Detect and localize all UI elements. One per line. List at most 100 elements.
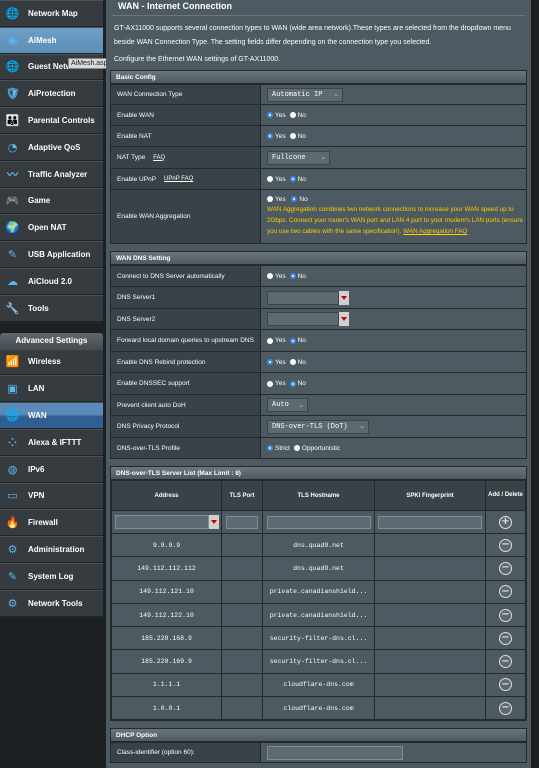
- add-server-button[interactable]: +: [499, 515, 512, 529]
- enable-nat-yes-radio[interactable]: Yes: [267, 133, 286, 140]
- sidebar-item-ipv6[interactable]: ◍ IPv6: [0, 455, 103, 483]
- sidebar-item-system-log[interactable]: ✎ System Log: [0, 562, 103, 590]
- prevent-doh-select[interactable]: Auto ⌵: [267, 398, 308, 412]
- minus-icon: −: [501, 609, 510, 621]
- sidebar-item-label: WAN: [28, 411, 47, 421]
- field-label: Enable WAN: [111, 105, 261, 125]
- radio-label: Yes: [275, 111, 286, 119]
- rebind-no-radio[interactable]: No: [289, 359, 306, 366]
- radio-label: Yes: [275, 358, 286, 366]
- dnssec-yes-radio[interactable]: Yes: [267, 380, 286, 387]
- enable-wan-yes-radio[interactable]: Yes: [267, 112, 286, 119]
- sidebar-item-open-nat[interactable]: 🌍 Open NAT: [0, 214, 103, 242]
- administration-icon: ⚙: [7, 543, 18, 557]
- sidebar-item-adaptive-qos[interactable]: ◔ Adaptive QoS: [0, 133, 103, 161]
- vpn-icon: ▭: [7, 489, 18, 503]
- delete-server-button[interactable]: −: [499, 608, 512, 622]
- wan-connection-type-select[interactable]: Automatic IP ⌵: [267, 87, 343, 102]
- dropdown-arrow-icon[interactable]: [339, 312, 349, 326]
- radio-label: Yes: [275, 195, 286, 203]
- sidebar-item-wireless[interactable]: 📶 Wireless: [0, 348, 103, 376]
- sidebar-item-administration[interactable]: ⚙ Administration: [0, 536, 103, 563]
- radio-label: No: [297, 272, 306, 280]
- delete-server-button[interactable]: −: [499, 585, 512, 599]
- dns-server2-input[interactable]: [267, 312, 349, 326]
- sidebar-item-alexa-ifttt[interactable]: ⁘ Alexa & IFTTT: [0, 428, 103, 456]
- wan-dns-section: WAN DNS Setting Connect to DNS Server au…: [110, 251, 527, 459]
- wan-connection-type-row: WAN Connection Type Automatic IP ⌵: [111, 84, 526, 104]
- delete-server-button[interactable]: −: [499, 701, 512, 715]
- field-label: NAT Type: [117, 154, 146, 161]
- dns-privacy-select[interactable]: DNS-over-TLS (DoT) ⌵: [267, 419, 369, 434]
- dropdown-arrow-icon[interactable]: [208, 515, 219, 529]
- aggregation-faq-link[interactable]: WAN Aggregation FAQ: [403, 228, 467, 235]
- new-spki-input[interactable]: [378, 515, 482, 529]
- enable-upnp-yes-radio[interactable]: Yes: [267, 176, 286, 183]
- nat-faq-link[interactable]: FAQ: [153, 155, 165, 161]
- general-menu: 🌐 Network Map ◉ AiMesh 🌐 Guest Network 🛡 AiProt…: [0, 0, 103, 323]
- sidebar-item-aimesh[interactable]: ◉ AiMesh: [0, 26, 103, 54]
- profile-strict-radio[interactable]: Strict: [267, 445, 290, 452]
- delete-server-button[interactable]: −: [499, 678, 512, 692]
- sidebar-item-usb-application[interactable]: ✎ USB Application: [0, 241, 103, 268]
- delete-server-button[interactable]: −: [499, 655, 512, 669]
- profile-opportunistic-radio[interactable]: Opportunistic: [293, 445, 340, 452]
- sidebar-item-lan[interactable]: ▣ LAN: [0, 375, 103, 403]
- cell-hostname: dns.quad9.net: [262, 556, 375, 581]
- sidebar-item-game[interactable]: 🎮 Game: [0, 187, 103, 215]
- cell-delete: −: [485, 626, 526, 651]
- main-content: WAN - Internet Connection GT-AX11000 sup…: [106, 0, 531, 768]
- sidebar-item-aicloud-2-0[interactable]: ☁ AiCloud 2.0: [0, 267, 103, 295]
- delete-server-button[interactable]: −: [499, 538, 512, 552]
- field-label: DNS Server1: [111, 287, 261, 308]
- sidebar-item-vpn[interactable]: ▭ VPN: [0, 482, 103, 510]
- sidebar-item-label: USB Application: [28, 250, 91, 260]
- new-tls-hostname-input[interactable]: [266, 515, 371, 529]
- dns-auto-row: Connect to DNS Server automatically Yes …: [111, 265, 526, 286]
- radio-label: Strict: [275, 444, 290, 452]
- sidebar-item-firewall[interactable]: 🔥 Firewall: [0, 509, 103, 537]
- enable-wan-no-radio[interactable]: No: [289, 112, 306, 119]
- dns-server1-input[interactable]: [267, 290, 349, 305]
- dns-rebind-row: Enable DNS Rebind protection Yes No: [111, 351, 526, 372]
- new-address-input[interactable]: [114, 515, 219, 529]
- field-label: Enable WAN Aggregation: [111, 190, 261, 243]
- delete-server-button[interactable]: −: [499, 561, 512, 575]
- field-label: DNS-over-TLS Profile: [111, 438, 261, 458]
- sidebar-item-network-tools[interactable]: ⚙ Network Tools: [0, 589, 103, 617]
- forward-no-radio[interactable]: No: [289, 337, 306, 344]
- nat-type-select[interactable]: Fullcone ⌵: [267, 150, 330, 165]
- new-tls-port-input[interactable]: [226, 515, 258, 529]
- section-header: DHCP Option: [111, 729, 526, 743]
- delete-server-button[interactable]: −: [499, 631, 512, 645]
- sidebar-item-tools[interactable]: 🔧 Tools: [0, 294, 103, 322]
- upnp-faq-link[interactable]: UPnP FAQ: [164, 176, 193, 182]
- enable-nat-no-radio[interactable]: No: [289, 133, 306, 140]
- ipv6-icon: ◍: [7, 462, 18, 476]
- sidebar-item-label: Open NAT: [28, 223, 67, 233]
- aggregation-yes-radio[interactable]: Yes: [267, 196, 286, 203]
- field-label: Connect to DNS Server automatically: [111, 266, 261, 286]
- cell-spki: [374, 696, 486, 721]
- class-identifier-input[interactable]: [267, 745, 403, 760]
- radio-label: Yes: [275, 132, 286, 140]
- dns-auto-no-radio[interactable]: No: [289, 272, 306, 280]
- dnssec-no-radio[interactable]: No: [289, 380, 306, 387]
- sidebar-item-parental-controls[interactable]: 👪 Parental Controls: [0, 107, 103, 134]
- wireless-icon: 📶: [5, 355, 20, 369]
- sidebar-item-wan[interactable]: 🌐 WAN: [0, 402, 103, 429]
- table-row: 149.112.121.10 private.canadianshield... −: [111, 579, 526, 604]
- dropdown-arrow-icon[interactable]: [339, 290, 349, 305]
- forward-yes-radio[interactable]: Yes: [267, 337, 286, 344]
- sidebar-item-traffic-analyzer[interactable]: 〰 Traffic Analyzer: [0, 160, 103, 188]
- enable-upnp-no-radio[interactable]: No: [289, 176, 306, 183]
- dns-server1-row: DNS Server1: [111, 286, 526, 308]
- dns-auto-yes-radio[interactable]: Yes: [267, 273, 286, 280]
- sidebar-item-network-map[interactable]: 🌐 Network Map: [0, 0, 103, 27]
- sidebar-item-aiprotection[interactable]: 🛡 AiProtection: [0, 80, 103, 108]
- field-label: Forward local domain queries to upstream…: [111, 330, 261, 351]
- page-description: GT-AX11000 supports several connection t…: [114, 25, 511, 46]
- sidebar-item-label: Network Map: [28, 8, 78, 18]
- rebind-yes-radio[interactable]: Yes: [267, 359, 286, 366]
- aggregation-no-radio[interactable]: No: [291, 196, 308, 203]
